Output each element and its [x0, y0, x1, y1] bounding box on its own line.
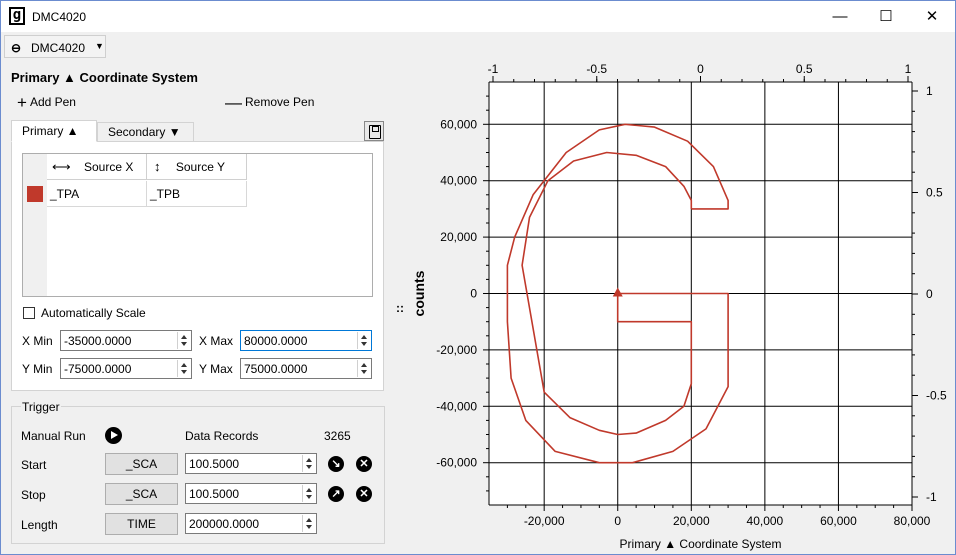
- section-title: Primary ▲ Coordinate System: [11, 70, 198, 85]
- start-value-input[interactable]: 100.5000: [185, 453, 317, 474]
- pen-color-swatch[interactable]: [27, 186, 43, 202]
- spin-arrows[interactable]: [177, 360, 190, 377]
- add-pen-button[interactable]: + Add Pen: [17, 93, 76, 113]
- auto-scale-checkbox[interactable]: [23, 307, 35, 319]
- tab-secondary[interactable]: Secondary ▼: [97, 122, 194, 142]
- app-logo-icon: g: [9, 7, 25, 25]
- y-tick-label: -20,000: [436, 343, 477, 357]
- xy-plot[interactable]: -20,000 0 20,000 40,000 60,000 80,000 60,000 40…: [406, 60, 956, 555]
- spin-arrows[interactable]: [302, 515, 315, 532]
- toolbar: ⊖ DMC4020 ▼: [1, 32, 955, 60]
- splitter-handle[interactable]: ::: [396, 301, 404, 315]
- length-label: Length: [21, 518, 58, 532]
- data-records-value: 3265: [324, 429, 351, 443]
- right-tick-label: 0: [926, 287, 933, 301]
- xmax-label: X Max: [199, 334, 234, 348]
- data-records-label: Data Records: [185, 429, 259, 443]
- device-selector-button[interactable]: ⊖ DMC4020 ▼: [4, 35, 106, 58]
- start-label: Start: [21, 458, 47, 472]
- xmin-input[interactable]: -35000.0000: [60, 330, 192, 351]
- device-label: DMC4020: [31, 41, 86, 55]
- save-icon[interactable]: [364, 121, 384, 141]
- y-tick-label: 0: [470, 287, 477, 301]
- stop-source-button[interactable]: _SCA: [105, 483, 178, 505]
- table-cell-source-y[interactable]: _TPB: [147, 181, 247, 207]
- top-tick-label: -1: [488, 62, 499, 76]
- table-cell-source-x[interactable]: _TPA: [47, 181, 147, 207]
- app-window: g DMC4020 — ☐ ✕ ⊖ DMC4020 ▼ Primary ▲ Co…: [0, 0, 956, 555]
- column-header-source-y[interactable]: ↕ Source Y: [147, 154, 247, 180]
- trigger-title: Trigger: [21, 400, 61, 414]
- manual-run-label: Manual Run: [21, 429, 86, 443]
- clear-stop-icon[interactable]: ✕: [356, 486, 372, 502]
- y-tick-label: 60,000: [440, 117, 477, 131]
- vertical-arrows-icon: ↕: [154, 159, 161, 174]
- y-axis-title: counts: [411, 270, 427, 316]
- y-tick-label: -60,000: [436, 456, 477, 470]
- right-tick-label: -0.5: [926, 389, 947, 403]
- top-tick-label: 1: [905, 62, 912, 76]
- remove-pen-label: Remove Pen: [245, 95, 315, 109]
- minus-icon: —: [225, 93, 242, 112]
- top-tick-label: 0.5: [796, 62, 813, 76]
- x-tick-label: 20,000: [673, 514, 710, 528]
- ymin-label: Y Min: [22, 362, 53, 376]
- stop-value-input[interactable]: 100.5000: [185, 483, 317, 504]
- ymax-input[interactable]: 75000.0000: [240, 358, 372, 379]
- ymax-label: Y Max: [199, 362, 233, 376]
- clear-start-icon[interactable]: ✕: [356, 456, 372, 472]
- xmax-input[interactable]: 80000.0000: [240, 330, 372, 351]
- right-tick-label: 1: [926, 84, 933, 98]
- spin-arrows[interactable]: [357, 360, 370, 377]
- rising-edge-icon[interactable]: ↗: [328, 486, 344, 502]
- x-tick-label: 60,000: [820, 514, 857, 528]
- x-tick-label: 40,000: [747, 514, 784, 528]
- y-tick-label: 20,000: [440, 230, 477, 244]
- x-tick-label: 80,000: [894, 514, 931, 528]
- spin-arrows[interactable]: [177, 332, 190, 349]
- x-tick-label: -20,000: [524, 514, 565, 528]
- xmin-label: X Min: [22, 334, 53, 348]
- y-tick-label: -40,000: [436, 399, 477, 413]
- plus-icon: +: [17, 93, 27, 112]
- horizontal-arrows-icon: ⟷: [52, 159, 71, 174]
- link-icon: ⊖: [11, 41, 22, 55]
- scope-config-panel: Primary ▲ Coordinate System + Add Pen — Re…: [1, 61, 391, 555]
- spin-arrows[interactable]: [302, 485, 315, 502]
- right-tick-label: -1: [926, 490, 937, 504]
- column-header-source-x[interactable]: ⟷ Source X: [47, 154, 147, 180]
- auto-scale-label: Automatically Scale: [41, 306, 146, 320]
- chevron-down-icon: ▼: [95, 41, 104, 51]
- pen-table[interactable]: ⟷ Source X ↕ Source Y _TPA _TPB: [22, 153, 373, 297]
- spin-arrows[interactable]: [357, 332, 370, 349]
- length-source-button[interactable]: TIME: [105, 513, 178, 535]
- x-tick-label: 0: [614, 514, 621, 528]
- window-title: DMC4020: [32, 10, 87, 24]
- falling-edge-icon[interactable]: ↘: [328, 456, 344, 472]
- spin-arrows[interactable]: [302, 455, 315, 472]
- close-button[interactable]: ✕: [909, 1, 955, 32]
- remove-pen-button[interactable]: — Remove Pen: [225, 93, 314, 113]
- top-tick-label: -0.5: [586, 62, 607, 76]
- row-header: [23, 154, 47, 296]
- maximize-button[interactable]: ☐: [863, 1, 909, 32]
- y-tick-label: 40,000: [440, 174, 477, 188]
- add-pen-label: Add Pen: [29, 95, 76, 109]
- plot-svg[interactable]: -20,000 0 20,000 40,000 60,000 80,000 60,000 40…: [406, 60, 956, 555]
- stop-label: Stop: [21, 488, 46, 502]
- title-bar[interactable]: g DMC4020 — ☐ ✕: [1, 1, 955, 32]
- top-tick-label: 0: [697, 62, 704, 76]
- x-axis-title: Primary ▲ Coordinate System: [620, 537, 782, 551]
- play-icon[interactable]: [105, 427, 122, 444]
- tab-primary[interactable]: Primary ▲: [11, 120, 97, 142]
- minimize-button[interactable]: —: [817, 1, 863, 32]
- right-tick-label: 0.5: [926, 186, 943, 200]
- length-value-input[interactable]: 200000.0000: [185, 513, 317, 534]
- start-source-button[interactable]: _SCA: [105, 453, 178, 475]
- ymin-input[interactable]: -75000.0000: [60, 358, 192, 379]
